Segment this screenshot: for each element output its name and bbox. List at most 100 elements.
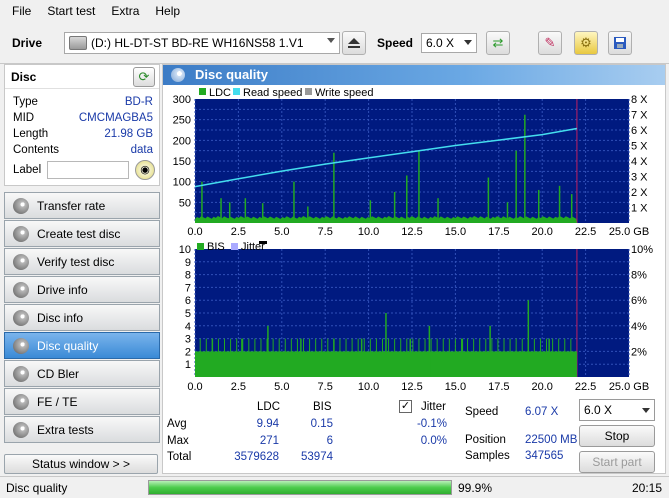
nav-extra-tests-button[interactable]: Extra tests <box>4 416 160 443</box>
menu-file[interactable]: File <box>4 4 39 18</box>
avg-label: Avg <box>167 418 187 430</box>
disc-key: Length <box>13 128 49 140</box>
nav-create-test-disc-button[interactable]: Create test disc <box>4 220 160 247</box>
x-tick-label: 22.5 <box>575 226 596 237</box>
disc-row-mid: MID CMCMAGBA5 <box>13 112 157 128</box>
y-tick-label: 4 <box>185 321 191 333</box>
disc-quality-icon <box>171 68 185 82</box>
y-tick-label: 250 <box>173 115 191 127</box>
nav-label: Disc quality <box>37 338 99 353</box>
x-tick-label: 15.0 <box>445 381 466 393</box>
disc-icon: ◉ <box>140 164 150 176</box>
disc-key: Label <box>13 164 42 176</box>
menu-start-test[interactable]: Start test <box>39 4 103 18</box>
legend-label: LDC <box>209 87 231 99</box>
x-tick-label: 17.5 <box>488 226 509 237</box>
disc-info-panel: Disc ⟳ Type BD-R MID CMCMAGBA5 Length 21… <box>4 64 160 186</box>
legend-swatch <box>233 88 240 95</box>
test-speed-select[interactable]: 6.0 X <box>579 399 655 421</box>
max-label: Max <box>167 435 189 447</box>
stats-panel: LDC BIS ✓ Jitter Avg 9.94 0.15 -0.1% Max… <box>163 395 665 475</box>
start-part-button[interactable]: Start part <box>579 451 655 473</box>
disc-icon <box>13 225 29 242</box>
progress-fill <box>149 481 451 494</box>
y2-tick-label: 7 X <box>631 110 648 122</box>
speed-select[interactable]: 6.0 X <box>421 33 477 53</box>
y2-tick-label: 3 X <box>631 172 648 184</box>
nav-label: Create test disc <box>37 226 121 241</box>
x-tick-label: 17.5 <box>488 381 509 393</box>
x-tick-label: 2.5 <box>231 226 246 237</box>
clock: 20:15 <box>632 481 663 495</box>
nav-label: Transfer rate <box>37 198 106 213</box>
nav-cd-bler-button[interactable]: CD Bler <box>4 360 160 387</box>
disc-key: MID <box>13 112 35 124</box>
bis-chart: BIS Jitter123456789102%4%6%8%10%0.0 2.5 5.0… <box>179 241 653 393</box>
y-tick-label: 8 <box>185 270 191 282</box>
drive-select[interactable]: (D:) HL-DT-ST BD-RE WH16NS58 1.V1 <box>64 32 340 54</box>
nav-label: Disc info <box>37 310 84 325</box>
label-apply-button[interactable]: ◉ <box>135 160 155 180</box>
menu-help[interactable]: Help <box>147 4 188 18</box>
erase-button[interactable]: ✎ <box>538 31 562 55</box>
legend-marker <box>259 241 267 244</box>
max-bis: 6 <box>326 435 333 447</box>
status-window-button[interactable]: Status window > > <box>4 454 158 474</box>
panel-title: Disc quality <box>163 65 665 85</box>
nav-disc-info-button[interactable]: Disc info <box>4 304 160 331</box>
y-tick-label: 10 <box>179 244 191 256</box>
x-tick-label: 25.0 GB <box>609 381 649 393</box>
status-bar: Disc quality 99.9% 20:15 <box>0 476 669 498</box>
refresh-icon: ⇄ <box>492 35 504 50</box>
disc-key: Type <box>13 96 38 108</box>
x-tick-label: 10.0 <box>358 226 379 237</box>
label-input[interactable] <box>47 161 129 179</box>
test-speed-value: 6.0 X <box>584 403 613 417</box>
y-tick-label: 150 <box>173 156 191 168</box>
position-label: Position <box>465 434 506 446</box>
disc-value: data <box>130 144 153 156</box>
refresh-speed-button[interactable]: ⇄ <box>486 31 510 55</box>
y2-tick-label: 6% <box>631 295 647 307</box>
x-tick-label: 0.0 <box>187 381 202 393</box>
disc-row-length: Length 21.98 GB <box>13 128 157 144</box>
y2-tick-label: 8 X <box>631 94 648 106</box>
disc-refresh-button[interactable]: ⟳ <box>133 67 155 87</box>
y2-tick-label: 8% <box>631 270 647 282</box>
nav-label: Drive info <box>37 282 88 297</box>
drive-label: Drive <box>12 36 43 50</box>
stop-button[interactable]: Stop <box>579 425 655 447</box>
jitter-checkbox[interactable]: ✓ <box>399 400 412 413</box>
save-button[interactable] <box>608 31 632 55</box>
eject-button[interactable] <box>342 31 366 55</box>
settings-button[interactable]: ⚙ <box>574 31 598 55</box>
disc-row-type: Type BD-R <box>13 96 157 112</box>
menu-extra[interactable]: Extra <box>103 4 147 18</box>
x-tick-label: 7.5 <box>318 381 333 393</box>
y-tick-label: 5 <box>185 308 191 320</box>
x-tick-label: 20.0 <box>531 226 552 237</box>
nav-transfer-rate-button[interactable]: Transfer rate <box>4 192 160 219</box>
y2-tick-label: 5 X <box>631 141 648 153</box>
progress-bar <box>148 480 452 495</box>
nav-drive-info-button[interactable]: Drive info <box>4 276 160 303</box>
nav-label: Extra tests <box>37 422 94 437</box>
disc-icon <box>13 337 29 354</box>
legend-label: Write speed <box>315 87 374 99</box>
avg-ldc: 9.94 <box>256 418 279 430</box>
main-panel: Disc quality LDC Read speed Write speed 50 1… <box>162 64 666 474</box>
nav-label: CD Bler <box>37 366 80 381</box>
drive-value: (D:) HL-DT-ST BD-RE WH16NS58 1.V1 <box>91 36 304 50</box>
x-tick-label: 5.0 <box>274 226 289 237</box>
speed-stat-value: 6.07 X <box>525 406 559 418</box>
nav-disc-quality-button[interactable]: Disc quality <box>4 332 160 359</box>
y-tick-label: 200 <box>173 135 191 147</box>
nav-fe-te-button[interactable]: FE / TE <box>4 388 160 415</box>
legend-swatch <box>199 88 206 95</box>
chevron-down-icon <box>464 40 472 45</box>
disc-icon <box>13 281 29 298</box>
x-tick-label: 0.0 <box>187 226 202 237</box>
y2-tick-label: 10% <box>631 244 653 256</box>
x-tick-label: 12.5 <box>401 381 422 393</box>
nav-verify-test-disc-button[interactable]: Verify test disc <box>4 248 160 275</box>
